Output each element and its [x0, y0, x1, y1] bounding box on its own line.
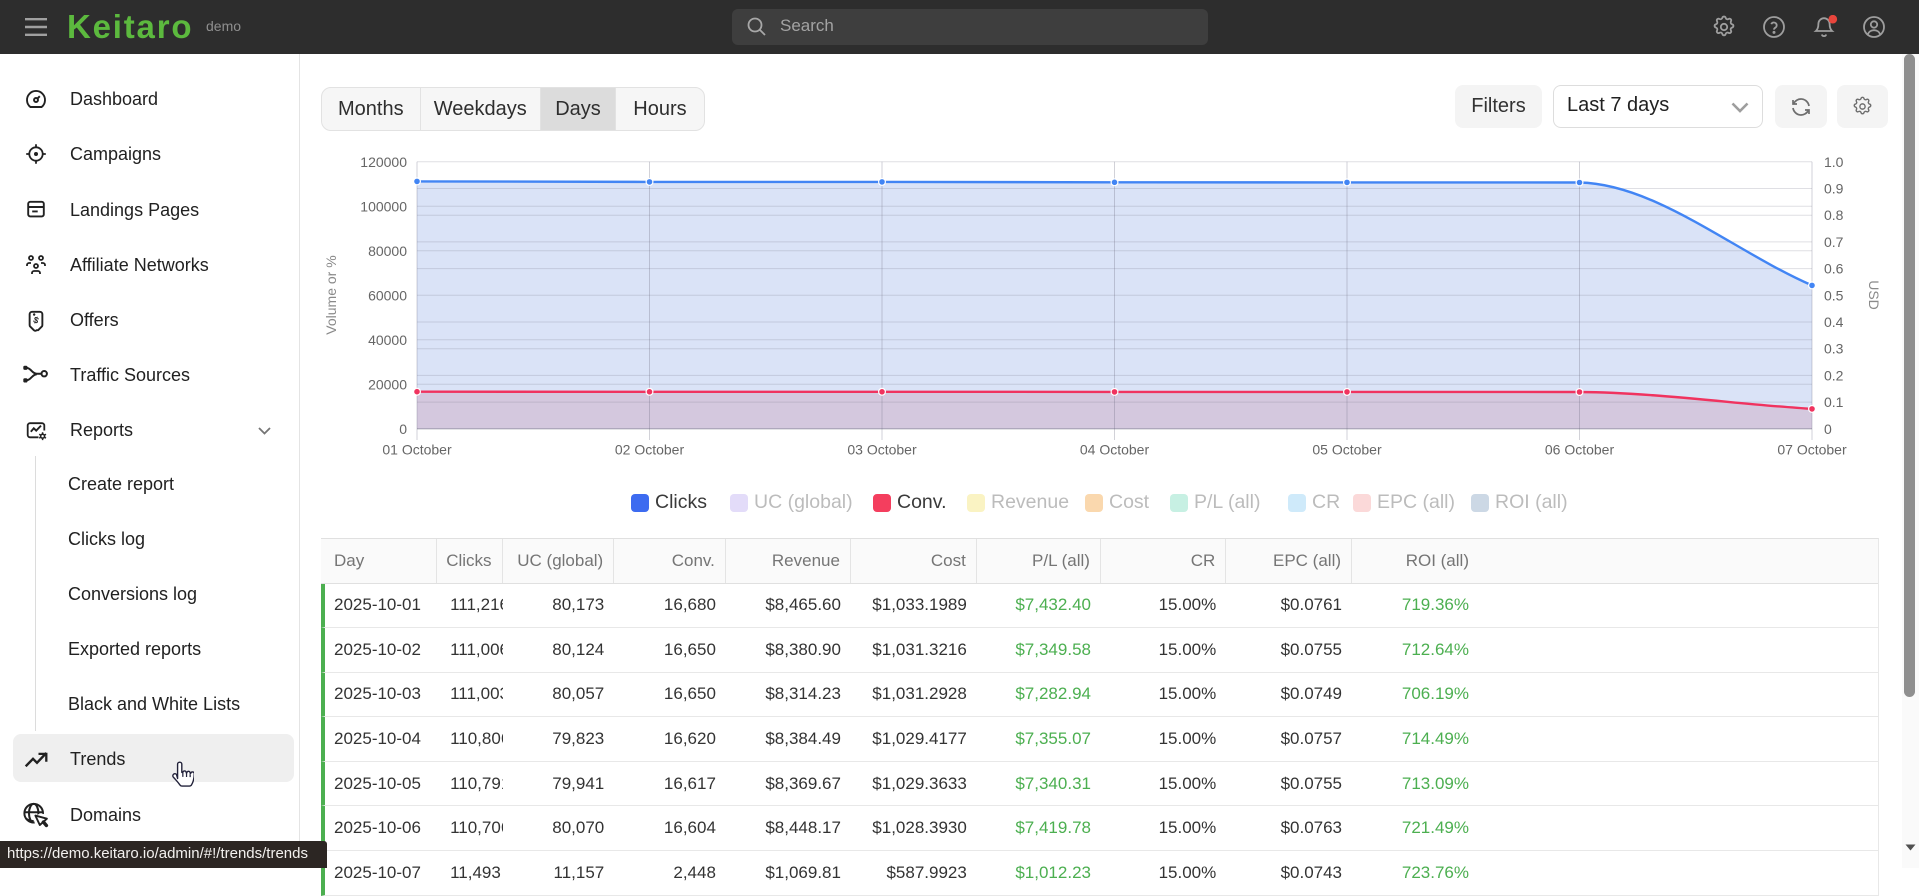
svg-text:0.6: 0.6: [1824, 261, 1844, 277]
svg-text:USD: USD: [1866, 280, 1882, 310]
svg-text:0.3: 0.3: [1824, 341, 1844, 357]
svg-text:0.9: 0.9: [1824, 181, 1844, 197]
svg-text:120000: 120000: [360, 154, 407, 170]
svg-text:$: $: [32, 315, 40, 326]
svg-text:0.4: 0.4: [1824, 314, 1844, 330]
svg-text:Volume or %: Volume or %: [323, 255, 339, 334]
svg-text:0.7: 0.7: [1824, 234, 1844, 250]
svg-text:06 October: 06 October: [1545, 442, 1615, 458]
svg-text:02 October: 02 October: [615, 442, 685, 458]
svg-text:0: 0: [399, 421, 407, 437]
svg-text:0.5: 0.5: [1824, 287, 1844, 303]
svg-text:0.2: 0.2: [1824, 367, 1844, 383]
svg-text:0.8: 0.8: [1824, 207, 1844, 223]
svg-text:04 October: 04 October: [1080, 442, 1150, 458]
svg-text:05 October: 05 October: [1312, 442, 1382, 458]
svg-text:0.1: 0.1: [1824, 394, 1844, 410]
svg-text:01 October: 01 October: [382, 442, 452, 458]
svg-text:80000: 80000: [368, 243, 407, 259]
svg-text:60000: 60000: [368, 287, 407, 303]
svg-text:100000: 100000: [360, 198, 407, 214]
svg-text:0: 0: [1824, 421, 1832, 437]
svg-text:07 October: 07 October: [1777, 442, 1847, 458]
svg-text:20000: 20000: [368, 376, 407, 392]
svg-text:40000: 40000: [368, 332, 407, 348]
svg-text:03 October: 03 October: [847, 442, 917, 458]
svg-text:1.0: 1.0: [1824, 154, 1844, 170]
